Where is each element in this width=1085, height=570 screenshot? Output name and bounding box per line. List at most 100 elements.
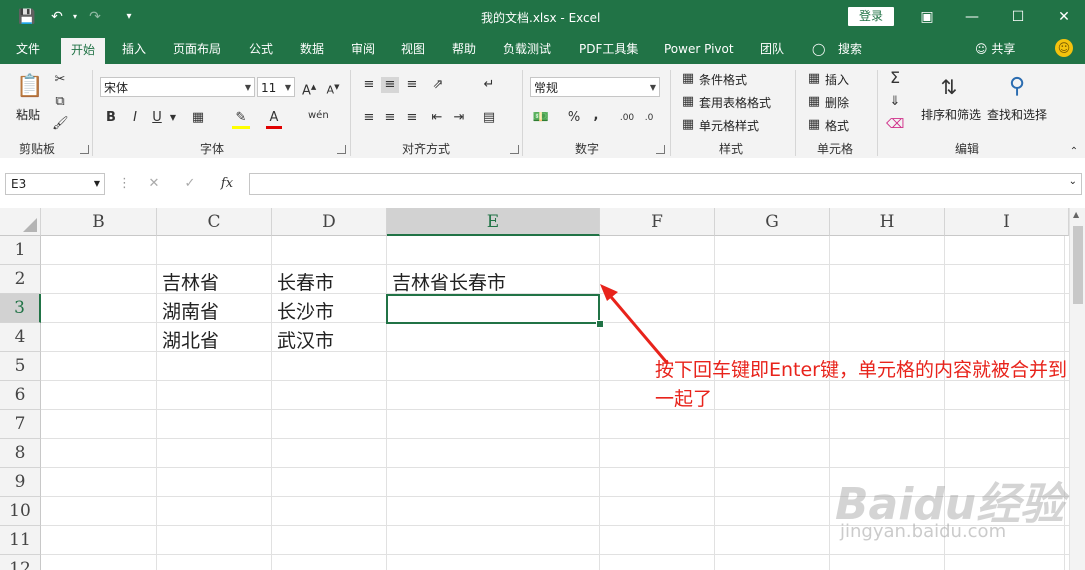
login-button[interactable]: 登录 bbox=[848, 7, 894, 26]
column-header-i[interactable]: I bbox=[945, 208, 1069, 236]
underline-button[interactable]: U bbox=[150, 110, 164, 126]
merge-center-icon[interactable]: ▤ bbox=[480, 110, 498, 126]
font-color-icon[interactable]: A bbox=[266, 110, 282, 129]
tab-page-layout[interactable]: 页面布局 bbox=[173, 40, 221, 60]
column-header-e[interactable]: E bbox=[387, 208, 600, 236]
tab-formulas[interactable]: 公式 bbox=[249, 40, 273, 60]
cell-c3[interactable]: 湖南省 bbox=[162, 297, 219, 324]
tab-pdf-tools[interactable]: PDF工具集 bbox=[579, 40, 638, 60]
row-header-11[interactable]: 11 bbox=[0, 526, 41, 555]
tab-insert[interactable]: 插入 bbox=[122, 40, 146, 60]
tab-power-pivot[interactable]: Power Pivot bbox=[664, 40, 734, 60]
column-header-g[interactable]: G bbox=[715, 208, 830, 236]
borders-icon[interactable]: ▦ bbox=[190, 110, 206, 126]
comma-style-button[interactable]: , bbox=[590, 108, 602, 124]
enter-icon[interactable]: ✓ bbox=[182, 176, 198, 192]
tab-help[interactable]: 帮助 bbox=[452, 40, 476, 60]
find-select-icon[interactable]: ⚲ bbox=[1002, 72, 1032, 102]
column-header-d[interactable]: D bbox=[272, 208, 387, 236]
align-top-icon[interactable]: ≡ bbox=[360, 77, 378, 93]
bold-button[interactable]: B bbox=[104, 110, 118, 126]
tab-data[interactable]: 数据 bbox=[300, 40, 324, 60]
undo-icon[interactable]: ↶ bbox=[48, 8, 66, 26]
scroll-up-icon[interactable]: ▲ bbox=[1073, 210, 1079, 219]
conditional-format-button[interactable]: 条件格式 bbox=[699, 71, 747, 88]
percent-style-button[interactable]: % bbox=[566, 110, 582, 126]
row-header-5[interactable]: 5 bbox=[0, 352, 41, 381]
clear-icon[interactable]: ⌫ bbox=[886, 117, 904, 133]
row-header-3[interactable]: 3 bbox=[0, 294, 41, 323]
copy-icon[interactable]: ⧉ bbox=[52, 94, 68, 110]
italic-button[interactable]: I bbox=[128, 110, 142, 126]
cell-c2[interactable]: 吉林省 bbox=[162, 268, 219, 295]
cancel-icon[interactable]: ✕ bbox=[146, 176, 162, 192]
underline-dropdown-icon[interactable]: ▼ bbox=[168, 110, 178, 126]
cell-c4[interactable]: 湖北省 bbox=[162, 326, 219, 353]
customize-toolbar-icon[interactable]: ▾ bbox=[120, 8, 138, 26]
row-header-10[interactable]: 10 bbox=[0, 497, 41, 526]
cell-d2[interactable]: 长春市 bbox=[277, 268, 334, 295]
undo-dropdown-icon[interactable]: ▾ bbox=[66, 8, 84, 26]
formula-input[interactable]: ⌄ bbox=[249, 173, 1082, 195]
scrollbar-thumb[interactable] bbox=[1073, 226, 1083, 304]
find-select-button[interactable]: 查找和选择 bbox=[987, 106, 1047, 123]
row-header-1[interactable]: 1 bbox=[0, 236, 41, 265]
row-header-8[interactable]: 8 bbox=[0, 439, 41, 468]
autosum-icon[interactable]: Σ bbox=[886, 70, 904, 86]
insert-cells-button[interactable]: 插入 bbox=[825, 71, 849, 88]
format-as-table-button[interactable]: 套用表格格式 bbox=[699, 94, 771, 111]
cell-d4[interactable]: 武汉市 bbox=[277, 326, 334, 353]
tab-view[interactable]: 视图 bbox=[401, 40, 425, 60]
number-format-select[interactable]: 常规 ▼ bbox=[530, 77, 660, 97]
fill-color-icon[interactable]: ✎ bbox=[232, 110, 250, 129]
column-header-h[interactable]: H bbox=[830, 208, 945, 236]
align-middle-icon[interactable]: ≡ bbox=[381, 77, 399, 93]
font-size-select[interactable]: 11 ▼ bbox=[257, 77, 295, 97]
increase-font-icon[interactable]: A▲ bbox=[302, 79, 316, 99]
fill-down-icon[interactable]: ⇓ bbox=[886, 94, 904, 110]
format-painter-icon[interactable]: 🖌 bbox=[52, 116, 69, 132]
sort-filter-button[interactable]: 排序和筛选 bbox=[921, 106, 981, 123]
decrease-font-icon[interactable]: A▼ bbox=[326, 79, 340, 99]
minimize-icon[interactable]: — bbox=[958, 6, 986, 28]
cut-icon[interactable]: ✂ bbox=[52, 72, 68, 88]
tab-load-test[interactable]: 负载测试 bbox=[503, 40, 551, 60]
close-icon[interactable]: ✕ bbox=[1050, 6, 1078, 28]
delete-cells-button[interactable]: 删除 bbox=[825, 94, 849, 111]
row-header-9[interactable]: 9 bbox=[0, 468, 41, 497]
name-box[interactable]: E3 ▼ bbox=[5, 173, 105, 195]
column-header-b[interactable]: B bbox=[41, 208, 157, 236]
row-header-12[interactable]: 12 bbox=[0, 555, 41, 570]
tab-team[interactable]: 团队 bbox=[760, 40, 784, 60]
tab-home[interactable]: 开始 bbox=[61, 38, 106, 64]
row-header-7[interactable]: 7 bbox=[0, 410, 41, 439]
cell-e2[interactable]: 吉林省长春市 bbox=[392, 268, 506, 295]
align-left-icon[interactable]: ≡ bbox=[360, 110, 378, 126]
align-bottom-icon[interactable]: ≡ bbox=[403, 77, 421, 93]
sort-filter-icon[interactable]: ⇅ bbox=[934, 72, 964, 102]
row-header-6[interactable]: 6 bbox=[0, 381, 41, 410]
wrap-text-icon[interactable]: ↵ bbox=[480, 77, 498, 93]
font-name-select[interactable]: 宋体 ▼ bbox=[100, 77, 255, 97]
font-launcher-icon[interactable] bbox=[337, 145, 346, 154]
alignment-launcher-icon[interactable] bbox=[510, 145, 519, 154]
increase-indent-icon[interactable]: ⇥ bbox=[450, 110, 468, 126]
orientation-icon[interactable]: ⇗ bbox=[428, 77, 448, 93]
column-header-c[interactable]: C bbox=[157, 208, 272, 236]
decrease-decimal-icon[interactable]: .0 bbox=[640, 110, 658, 126]
paste-icon[interactable]: 📋 bbox=[16, 72, 44, 102]
cell-d3[interactable]: 长沙市 bbox=[277, 297, 334, 324]
tab-review[interactable]: 审阅 bbox=[351, 40, 375, 60]
share-button[interactable]: ☺ 共享 bbox=[975, 40, 1015, 57]
cell-styles-button[interactable]: 单元格样式 bbox=[699, 117, 759, 134]
tab-file[interactable]: 文件 bbox=[16, 40, 40, 60]
paste-button[interactable]: 粘贴 bbox=[16, 106, 40, 123]
align-right-icon[interactable]: ≡ bbox=[403, 110, 421, 126]
active-cell-e3[interactable] bbox=[386, 294, 600, 324]
smiley-feedback-icon[interactable]: ☺ bbox=[1055, 39, 1073, 57]
save-icon[interactable]: 💾 bbox=[18, 8, 36, 26]
ribbon-display-icon[interactable]: ▣ bbox=[913, 6, 941, 28]
phonetic-icon[interactable]: wén bbox=[308, 108, 329, 124]
row-header-4[interactable]: 4 bbox=[0, 323, 41, 352]
maximize-icon[interactable]: ☐ bbox=[1004, 6, 1032, 28]
